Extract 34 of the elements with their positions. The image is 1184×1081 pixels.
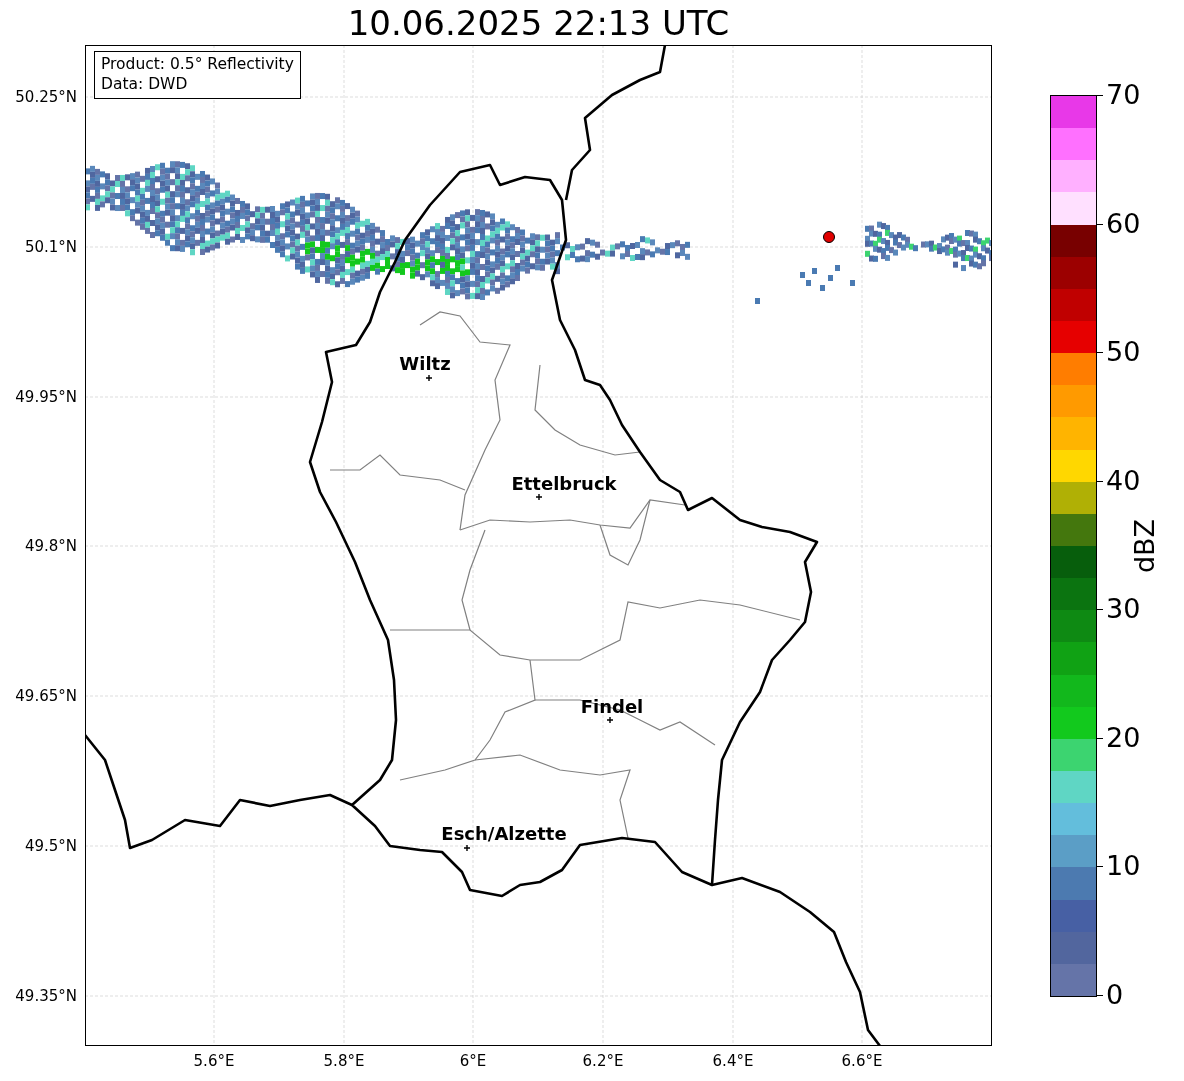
legend-text: Data: DWD [101,74,189,94]
city-marker-icon [463,844,471,852]
latitude-tick-label: 49.8°N [24,537,77,555]
colorbar-axis-label: dBZ [1128,518,1160,574]
colorbar-tick-label: 10 [1106,851,1141,882]
colorbar-tick-label: 60 [1106,208,1141,239]
colorbar-tick-label: 50 [1106,337,1141,368]
colorbar-tick-label: 70 [1106,80,1141,110]
latitude-tick-label: 50.25°N [15,88,77,106]
latitude-tick-label: 50.1°N [24,238,77,256]
location-marker-icon [823,231,835,243]
city-label: Esch/Alzette [441,822,567,844]
colorbar-tick-label: 40 [1106,465,1141,496]
longitude-tick-label: 6.6°E [841,1052,883,1070]
city-marker-icon [535,493,543,501]
latitude-tick-label: 49.35°N [15,987,77,1005]
latitude-tick-label: 49.5°N [24,837,77,855]
city-marker-icon [425,374,433,382]
colorbar-tick-label: 20 [1106,722,1141,753]
longitude-tick-label: 6.4°E [712,1052,754,1070]
chart-title: 10.06.2025 22:13 UTC [347,3,730,43]
colorbar-tick-label: 0 [1106,980,1124,1010]
colorbar-tick-label: 30 [1106,594,1141,625]
longitude-tick-label: 6.2°E [582,1052,624,1070]
latitude-tick-label: 49.65°N [15,687,77,705]
city-label: Ettelbruck [511,472,617,494]
longitude-tick-label: 5.6°E [193,1052,235,1070]
city-label: Findel [580,695,644,717]
longitude-tick-label: 6°E [459,1052,487,1070]
longitude-tick-label: 5.8°E [323,1052,365,1070]
city-marker-icon [606,716,614,724]
legend-text: Product: 0.5° Reflectivity [101,54,294,74]
latitude-tick-label: 49.95°N [15,388,77,406]
city-label: Wiltz [399,352,451,374]
